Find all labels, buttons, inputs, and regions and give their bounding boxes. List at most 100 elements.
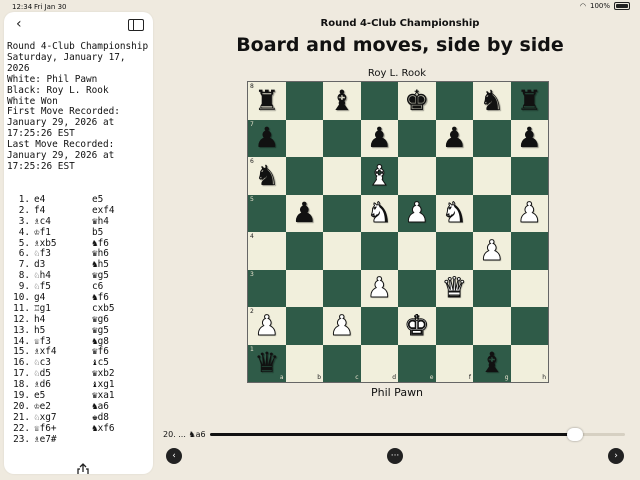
square-c2[interactable]: ♟ bbox=[323, 307, 361, 345]
square-g1[interactable]: g ♝ bbox=[473, 344, 511, 382]
square-c5[interactable] bbox=[323, 194, 361, 232]
black-knight-icon[interactable]: ♞ bbox=[479, 86, 504, 115]
square-b1[interactable]: b bbox=[285, 344, 323, 382]
square-d4[interactable] bbox=[360, 232, 398, 270]
black-rook-icon[interactable]: ♜ bbox=[517, 86, 542, 115]
black-pawn-icon[interactable]: ♟ bbox=[442, 124, 467, 152]
square-a5[interactable]: 5 bbox=[248, 194, 286, 232]
square-e4[interactable] bbox=[398, 232, 436, 270]
white-bishop-icon[interactable]: ♝ bbox=[366, 161, 392, 190]
square-d6[interactable]: ♝ bbox=[360, 157, 398, 195]
chevron-left-icon[interactable]: ‹ bbox=[16, 17, 22, 31]
white-pawn-icon[interactable]: ♟ bbox=[329, 311, 355, 340]
square-h4[interactable] bbox=[510, 232, 548, 270]
square-h6[interactable] bbox=[510, 157, 548, 195]
square-d1[interactable]: d bbox=[360, 344, 398, 382]
square-c6[interactable] bbox=[323, 157, 361, 195]
square-f7[interactable]: ♟ bbox=[435, 119, 473, 157]
black-bishop-icon[interactable]: ♝ bbox=[329, 86, 354, 115]
square-h7[interactable]: ♟ bbox=[510, 119, 548, 157]
square-h1[interactable]: h bbox=[510, 344, 548, 382]
square-b8[interactable] bbox=[285, 82, 323, 120]
square-e7[interactable] bbox=[398, 119, 436, 157]
square-c4[interactable] bbox=[323, 232, 361, 270]
chess-board[interactable]: 8 ♜ ♝ ♚ ♞ ♜ 7 ♟ ♟ ♟ ♟ 6 ♞ ♝ 5 ♟ ♞ ♟ ♞ ♟ 4 ♟ 3 ♟ ♛ 2 ♟ ♟ ♚ 1 a ♛ b c d e f g ♝ h bbox=[247, 81, 549, 383]
square-a3[interactable]: 3 bbox=[248, 269, 286, 307]
square-f8[interactable] bbox=[435, 82, 473, 120]
square-a6[interactable]: 6 ♞ bbox=[248, 157, 286, 195]
square-e5[interactable]: ♟ bbox=[398, 194, 436, 232]
square-d7[interactable]: ♟ bbox=[360, 119, 398, 157]
square-g8[interactable]: ♞ bbox=[473, 82, 511, 120]
square-h3[interactable] bbox=[510, 269, 548, 307]
square-g7[interactable] bbox=[473, 119, 511, 157]
square-h5[interactable]: ♟ bbox=[510, 194, 548, 232]
white-pawn-icon[interactable]: ♟ bbox=[516, 198, 542, 227]
square-f1[interactable]: f bbox=[435, 344, 473, 382]
square-b2[interactable] bbox=[285, 307, 323, 345]
white-pawn-icon[interactable]: ♟ bbox=[366, 273, 392, 302]
move-slider[interactable] bbox=[210, 428, 625, 441]
square-a8[interactable]: 8 ♜ bbox=[248, 82, 286, 120]
white-knight-icon[interactable]: ♞ bbox=[441, 198, 467, 227]
square-e3[interactable] bbox=[398, 269, 436, 307]
sidebar-icon[interactable] bbox=[128, 19, 144, 31]
square-g4[interactable]: ♟ bbox=[473, 232, 511, 270]
square-e6[interactable] bbox=[398, 157, 436, 195]
square-d2[interactable] bbox=[360, 307, 398, 345]
square-f6[interactable] bbox=[435, 157, 473, 195]
move-row[interactable]: 13. h5 ♛g5 bbox=[10, 325, 142, 337]
move-row[interactable]: 23. ♗e7# bbox=[10, 434, 142, 446]
square-d8[interactable] bbox=[360, 82, 398, 120]
white-king-icon[interactable]: ♚ bbox=[404, 311, 430, 340]
square-d3[interactable]: ♟ bbox=[360, 269, 398, 307]
square-h2[interactable] bbox=[510, 307, 548, 345]
square-e2[interactable]: ♚ bbox=[398, 307, 436, 345]
black-rook-icon[interactable]: ♜ bbox=[254, 86, 279, 115]
black-pawn-icon[interactable]: ♟ bbox=[517, 124, 542, 152]
square-g5[interactable] bbox=[473, 194, 511, 232]
white-knight-icon[interactable]: ♞ bbox=[366, 198, 392, 227]
square-e8[interactable]: ♚ bbox=[398, 82, 436, 120]
black-pawn-icon[interactable]: ♟ bbox=[367, 124, 392, 152]
square-b4[interactable] bbox=[285, 232, 323, 270]
square-a2[interactable]: 2 ♟ bbox=[248, 307, 286, 345]
black-queen-icon[interactable]: ♛ bbox=[254, 349, 279, 377]
square-h8[interactable]: ♜ bbox=[510, 82, 548, 120]
square-f4[interactable] bbox=[435, 232, 473, 270]
next-move-button[interactable]: › bbox=[608, 448, 624, 464]
square-g3[interactable] bbox=[473, 269, 511, 307]
move-row[interactable]: 22. ♕f6+ ♞xf6 bbox=[10, 423, 142, 435]
square-a4[interactable]: 4 bbox=[248, 232, 286, 270]
square-f2[interactable] bbox=[435, 307, 473, 345]
more-options-button[interactable]: ··· bbox=[387, 448, 403, 464]
square-g6[interactable] bbox=[473, 157, 511, 195]
previous-move-button[interactable]: ‹ bbox=[166, 448, 182, 464]
square-c8[interactable]: ♝ bbox=[323, 82, 361, 120]
move-row[interactable]: 4. ♔f1 b5 bbox=[10, 227, 142, 239]
black-pawn-icon[interactable]: ♟ bbox=[254, 124, 279, 152]
slider-thumb[interactable] bbox=[567, 428, 584, 441]
square-b5[interactable]: ♟ bbox=[285, 194, 323, 232]
square-f3[interactable]: ♛ bbox=[435, 269, 473, 307]
square-c3[interactable] bbox=[323, 269, 361, 307]
white-pawn-icon[interactable]: ♟ bbox=[254, 311, 280, 340]
black-bishop-icon[interactable]: ♝ bbox=[479, 349, 504, 377]
share-icon[interactable] bbox=[76, 463, 90, 474]
square-d5[interactable]: ♞ bbox=[360, 194, 398, 232]
square-c7[interactable] bbox=[323, 119, 361, 157]
square-a1[interactable]: 1 a ♛ bbox=[248, 344, 286, 382]
black-pawn-icon[interactable]: ♟ bbox=[292, 199, 317, 227]
square-b6[interactable] bbox=[285, 157, 323, 195]
black-king-icon[interactable]: ♚ bbox=[404, 86, 429, 115]
square-g2[interactable] bbox=[473, 307, 511, 345]
white-queen-icon[interactable]: ♛ bbox=[441, 273, 467, 302]
square-a7[interactable]: 7 ♟ bbox=[248, 119, 286, 157]
square-b3[interactable] bbox=[285, 269, 323, 307]
white-pawn-icon[interactable]: ♟ bbox=[479, 236, 505, 265]
square-f5[interactable]: ♞ bbox=[435, 194, 473, 232]
black-knight-icon[interactable]: ♞ bbox=[254, 161, 279, 190]
square-e1[interactable]: e bbox=[398, 344, 436, 382]
square-b7[interactable] bbox=[285, 119, 323, 157]
white-pawn-icon[interactable]: ♟ bbox=[404, 198, 430, 227]
